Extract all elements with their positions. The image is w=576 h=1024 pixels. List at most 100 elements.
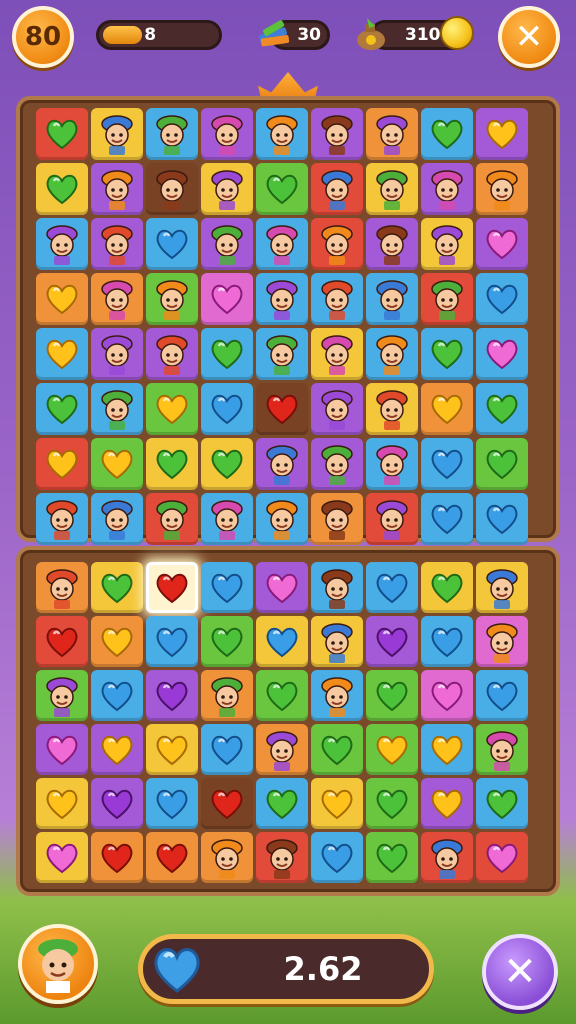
top-board-tile[interactable] [476,383,528,435]
bottom-board-tile[interactable] [256,670,308,721]
top-board-tile[interactable] [91,163,143,215]
bottom-board-tile[interactable] [146,616,198,667]
bottom-board-tile[interactable] [366,724,418,775]
top-board-tile[interactable] [256,438,308,490]
top-board-tile[interactable] [36,438,88,490]
bottom-board-tile[interactable] [36,562,88,613]
top-board-tile[interactable] [201,273,253,325]
bottom-board-tile[interactable] [201,616,253,667]
top-board-tile[interactable] [476,328,528,380]
top-board-tile[interactable] [201,163,253,215]
top-board-tile[interactable] [476,108,528,160]
top-board-tile[interactable] [311,108,363,160]
top-board-tile[interactable] [91,273,143,325]
bottom-board-tile[interactable] [91,724,143,775]
bottom-board-tile[interactable] [366,616,418,667]
close-button[interactable]: ✕ [498,6,560,68]
bottom-board-tile[interactable] [146,724,198,775]
bottom-board-tile[interactable] [366,562,418,613]
top-board-tile[interactable] [366,273,418,325]
top-board-tile[interactable] [91,108,143,160]
top-board-tile[interactable] [476,438,528,490]
bottom-board-tile[interactable] [311,778,363,829]
bottom-board-tile[interactable] [146,562,198,613]
bottom-board-tile[interactable] [476,724,528,775]
bottom-board-tile[interactable] [311,562,363,613]
top-board-tile[interactable] [311,383,363,435]
top-board-tile[interactable] [256,273,308,325]
top-board-tile[interactable] [421,273,473,325]
bottom-board-tile[interactable] [421,832,473,883]
top-board-tile[interactable] [146,273,198,325]
top-board-tile[interactable] [91,383,143,435]
bottom-board-tile[interactable] [256,616,308,667]
top-board-tile[interactable] [256,163,308,215]
bottom-board-tile[interactable] [91,778,143,829]
top-board-tile[interactable] [36,273,88,325]
top-board-tile[interactable] [421,328,473,380]
top-board-tile[interactable] [146,108,198,160]
top-board-tile[interactable] [146,383,198,435]
bottom-board-tile[interactable] [91,670,143,721]
top-board-tile[interactable] [366,328,418,380]
top-board-tile[interactable] [201,493,253,545]
bottom-board-tile[interactable] [256,832,308,883]
top-board-tile[interactable] [366,438,418,490]
top-board-tile[interactable] [36,108,88,160]
top-board-tile[interactable] [146,438,198,490]
top-board-tile[interactable] [256,218,308,270]
bottom-board-tile[interactable] [36,616,88,667]
top-board-tile[interactable] [311,163,363,215]
top-board-tile[interactable] [311,273,363,325]
top-board-tile[interactable] [366,218,418,270]
top-board-tile[interactable] [201,328,253,380]
bottom-board-tile[interactable] [146,832,198,883]
top-board-tile[interactable] [91,493,143,545]
top-board-tile[interactable] [256,108,308,160]
bottom-board-tile[interactable] [476,832,528,883]
bottom-board-tile[interactable] [311,832,363,883]
top-board-tile[interactable] [476,273,528,325]
bottom-board-tile[interactable] [91,616,143,667]
top-board-tile[interactable] [366,163,418,215]
top-board-tile[interactable] [366,383,418,435]
bottom-board-tile[interactable] [366,670,418,721]
top-board-tile[interactable] [476,218,528,270]
bottom-board-tile[interactable] [476,670,528,721]
bottom-board-tile[interactable] [311,724,363,775]
top-board-tile[interactable] [91,218,143,270]
bottom-board-tile[interactable] [476,616,528,667]
top-board-tile[interactable] [256,383,308,435]
top-board-tile[interactable] [476,493,528,545]
top-board-tile[interactable] [476,163,528,215]
top-board-tile[interactable] [421,108,473,160]
bottom-board-tile[interactable] [476,562,528,613]
top-board-tile[interactable] [421,218,473,270]
bottom-board-tile[interactable] [36,724,88,775]
player-avatar-button[interactable] [18,924,98,1004]
bottom-board-tile[interactable] [146,670,198,721]
top-board-tile[interactable] [91,328,143,380]
bottom-board-tile[interactable] [91,832,143,883]
top-board-tile[interactable] [36,163,88,215]
bottom-board-tile[interactable] [201,670,253,721]
bottom-board-tile[interactable] [256,724,308,775]
bottom-board-tile[interactable] [421,562,473,613]
top-board-tile[interactable] [201,438,253,490]
top-board-tile[interactable] [146,328,198,380]
top-board-tile[interactable] [201,383,253,435]
top-board-tile[interactable] [311,218,363,270]
bottom-board-tile[interactable] [201,778,253,829]
top-board-tile[interactable] [421,493,473,545]
cancel-button[interactable]: ✕ [482,934,558,1010]
bottom-board-tile[interactable] [311,670,363,721]
top-board-tile[interactable] [311,493,363,545]
top-board-tile[interactable] [311,438,363,490]
bottom-board-tile[interactable] [366,832,418,883]
bottom-board-tile[interactable] [421,724,473,775]
top-board-tile[interactable] [146,163,198,215]
top-board-tile[interactable] [421,163,473,215]
top-board-tile[interactable] [36,383,88,435]
top-board-tile[interactable] [366,108,418,160]
bottom-board-tile[interactable] [201,562,253,613]
